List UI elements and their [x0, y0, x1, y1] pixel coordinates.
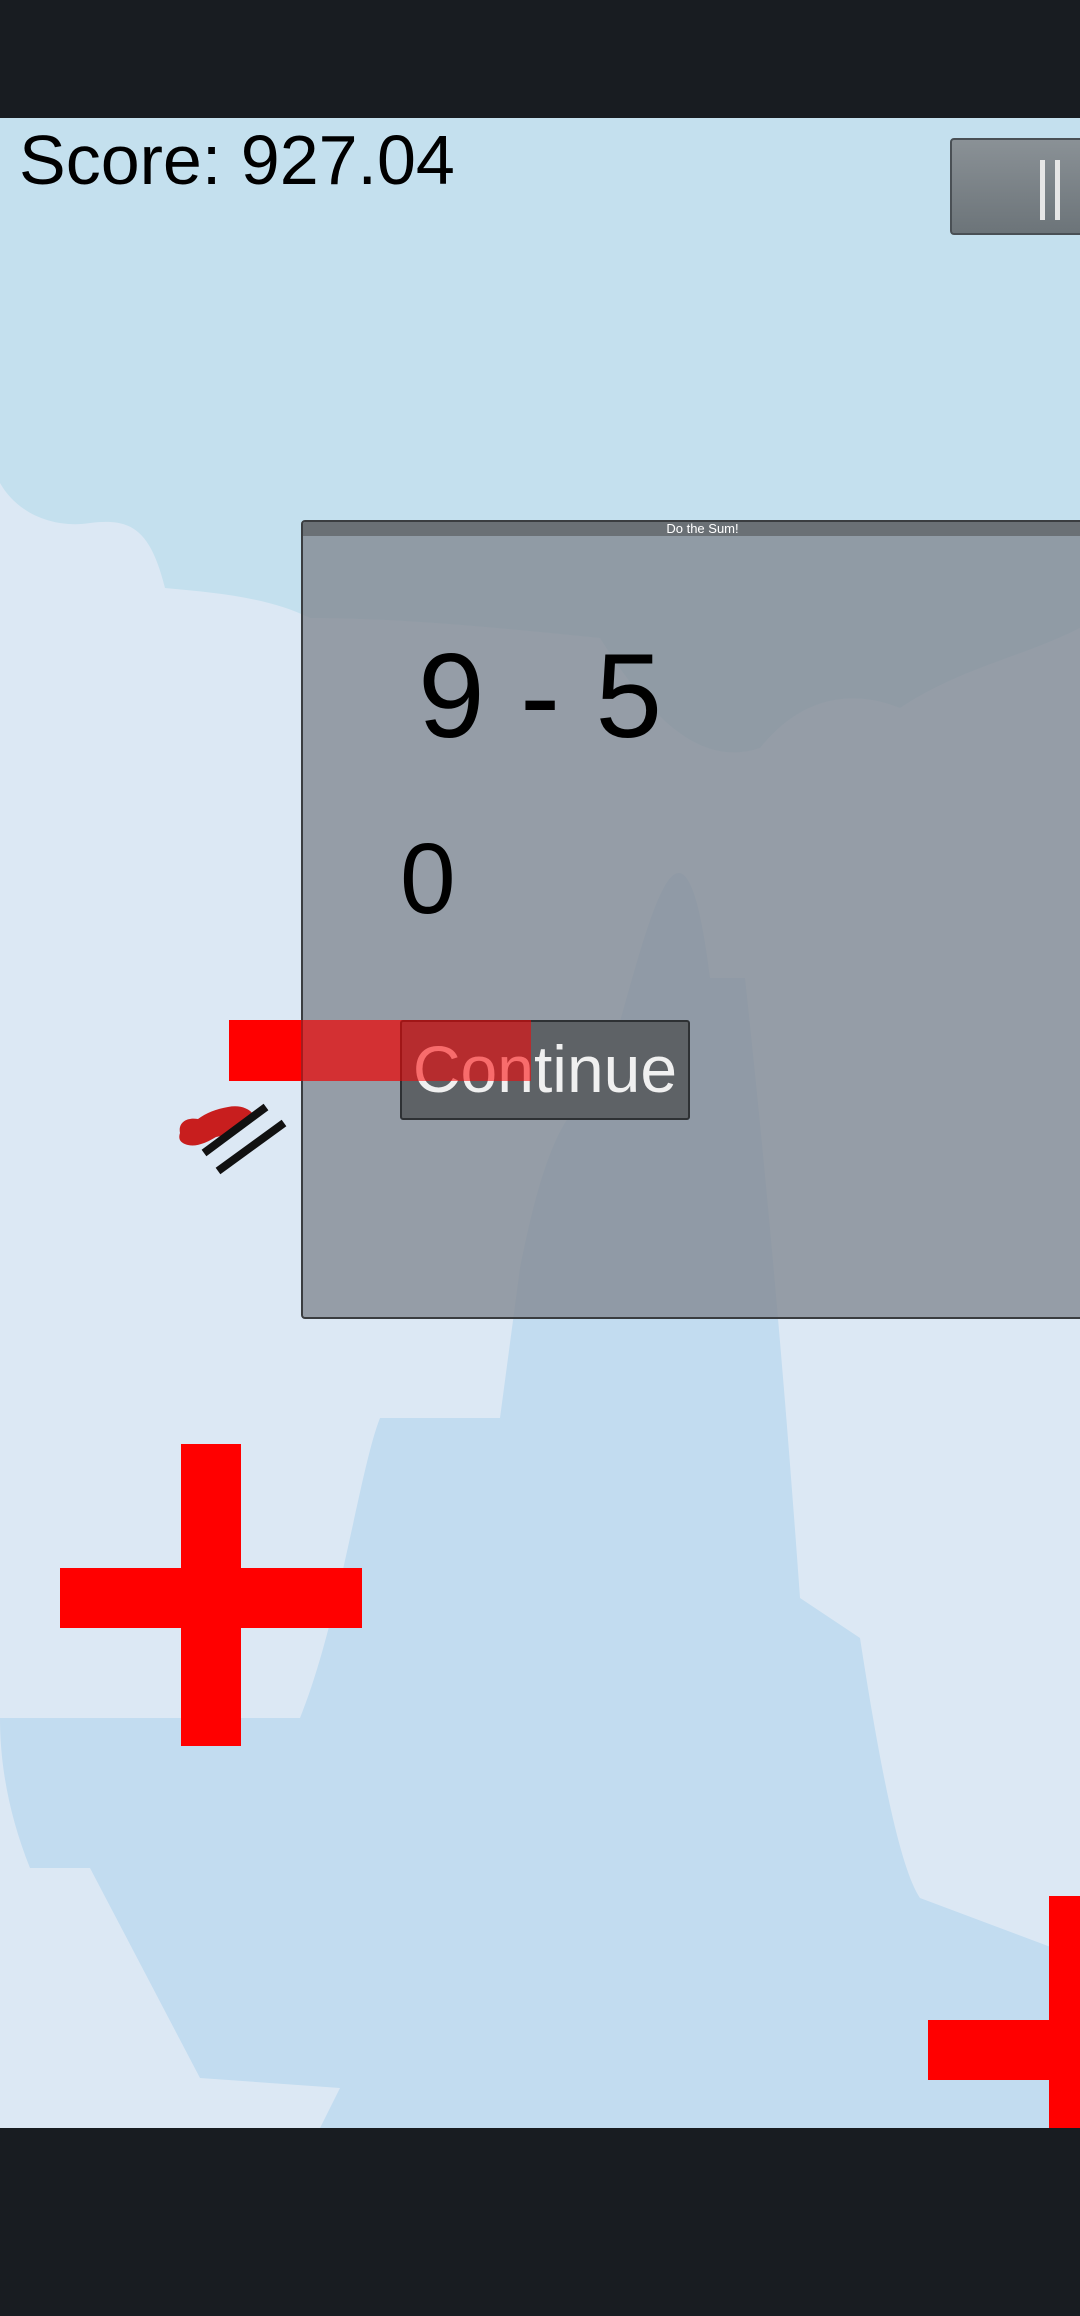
answer-value[interactable]: 0: [400, 822, 456, 937]
navigation-bar: [0, 2128, 1080, 2316]
screen: Score: 927.04 Do the Sum! 9 - 5 0 Contin…: [0, 0, 1080, 2316]
equation-text: 9 - 5: [418, 629, 664, 763]
dialog-title: Do the Sum!: [666, 521, 739, 536]
rocket-ship-icon: [179, 1103, 287, 1175]
plus-icon: [60, 1444, 362, 1746]
score-display: Score: 927.04: [19, 121, 455, 199]
pause-button[interactable]: [950, 138, 1080, 235]
game-area[interactable]: Score: 927.04 Do the Sum! 9 - 5 0 Contin…: [0, 118, 1080, 2128]
dialog-titlebar[interactable]: Do the Sum!: [303, 522, 1080, 536]
sum-dialog: Do the Sum! 9 - 5 0 Continue: [301, 520, 1080, 1319]
status-bar: [0, 0, 1080, 118]
plus-icon: [928, 1896, 1080, 2128]
continue-button[interactable]: Continue: [400, 1020, 690, 1120]
